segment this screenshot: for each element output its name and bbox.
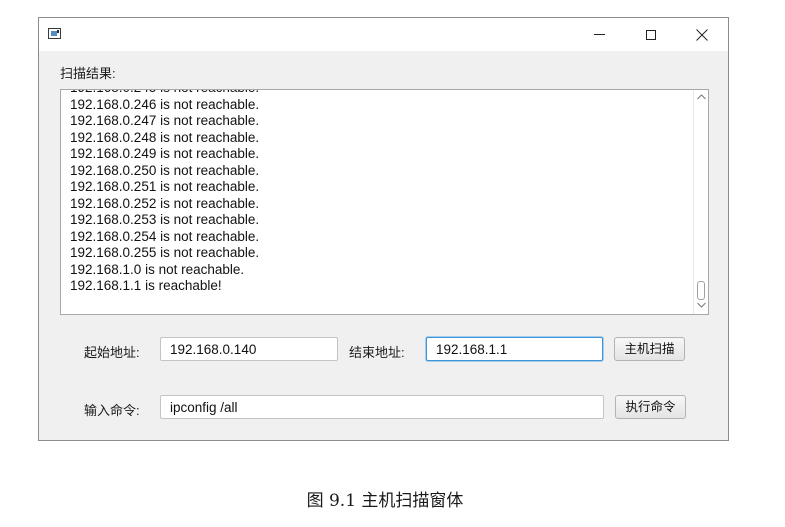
- result-line: 192.168.0.250 is not reachable.: [70, 162, 260, 178]
- maximize-button[interactable]: [628, 18, 674, 51]
- minimize-button[interactable]: [576, 18, 622, 51]
- command-input[interactable]: [160, 395, 604, 419]
- figure-caption: 图 9.1 主机扫描窗体: [306, 491, 464, 511]
- start-address-label: 起始地址:: [84, 345, 140, 360]
- end-address-input[interactable]: [426, 337, 603, 361]
- result-line: 192.168.0.253 is not reachable.: [70, 212, 260, 227]
- result-line: 192.168.0.246 is not reachable.: [70, 96, 260, 112]
- result-line: 192.168.0.247 is not reachable.: [70, 113, 260, 128]
- result-line: 192.168.0.249 is not reachable.: [70, 146, 260, 161]
- results-label: 扫描结果:: [60, 66, 116, 81]
- result-line: 192.168.0.255 is not reachable.: [70, 245, 260, 260]
- scroll-down-icon[interactable]: [694, 299, 708, 313]
- scroll-thumb[interactable]: [697, 281, 705, 300]
- app-window: 扫描结果: 192.168.0.245 is not reachable.192…: [38, 17, 729, 441]
- result-line: 192.168.0.245 is not reachable.: [70, 90, 259, 97]
- close-icon: [696, 28, 708, 41]
- start-address-input[interactable]: [160, 337, 338, 361]
- result-line: 192.168.0.252 is not reachable.: [70, 195, 260, 211]
- results-textarea[interactable]: 192.168.0.245 is not reachable.192.168.0…: [60, 89, 709, 315]
- command-label: 输入命令:: [84, 403, 140, 418]
- result-line: 192.168.0.254 is not reachable.: [70, 228, 260, 244]
- minimize-icon: [593, 34, 605, 35]
- maximize-icon: [646, 29, 656, 40]
- results-list: 192.168.0.245 is not reachable.192.168.0…: [70, 90, 260, 295]
- host-scan-button[interactable]: 主机扫描: [614, 337, 685, 361]
- execute-command-button[interactable]: 执行命令: [615, 395, 686, 419]
- result-line: 192.168.1.0 is not reachable.: [70, 261, 245, 277]
- title-bar[interactable]: [39, 18, 728, 51]
- close-button[interactable]: [679, 18, 725, 51]
- result-line: 192.168.0.248 is not reachable.: [70, 129, 260, 145]
- result-line: 192.168.1.1 is reachable!: [70, 278, 222, 293]
- scroll-up-icon[interactable]: [694, 91, 708, 105]
- end-address-label: 结束地址:: [349, 345, 405, 360]
- result-line: 192.168.0.251 is not reachable.: [70, 179, 260, 194]
- results-scrollbar[interactable]: [693, 90, 708, 314]
- app-window-icon: [48, 28, 61, 39]
